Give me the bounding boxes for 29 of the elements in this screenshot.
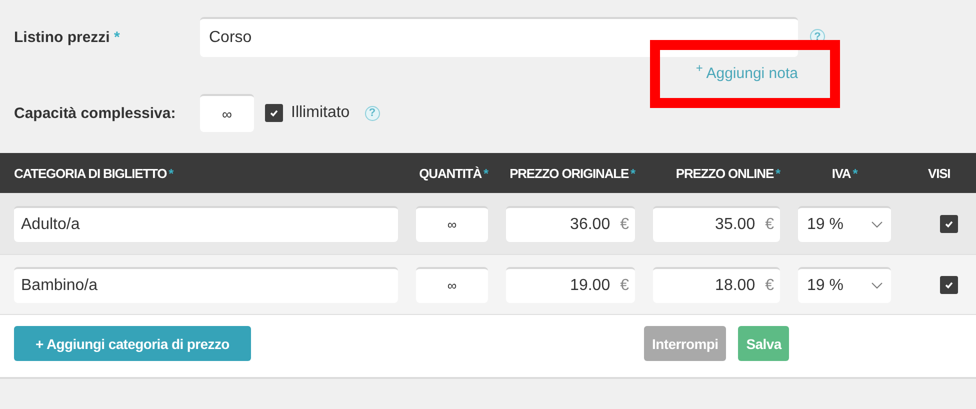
capacity-field[interactable]: ∞	[200, 94, 254, 132]
column-header: PREZZO ONLINE*	[674, 166, 780, 180]
category-field[interactable]: Bambino/a	[14, 266, 398, 302]
checkbox[interactable]	[940, 276, 958, 294]
quantity-field[interactable]: ∞	[416, 266, 488, 302]
price-field[interactable]: 19.00 €	[506, 266, 635, 302]
check-icon	[269, 108, 279, 118]
quantity-field[interactable]: ∞	[416, 206, 488, 242]
checkbox[interactable]	[265, 104, 283, 122]
column-header: VISI	[927, 166, 952, 180]
price-field[interactable]: 36.00 €	[506, 206, 635, 242]
checkbox[interactable]	[940, 214, 958, 232]
vat-dropdown[interactable]: 19 %	[798, 206, 891, 242]
field-label: Listino prezzi *	[13, 28, 121, 46]
column-header: CATEGORIA DI BIGLIETTO*	[14, 166, 175, 180]
caret-icon	[871, 282, 883, 289]
price-field[interactable]: 18.00 €	[653, 266, 780, 302]
input-field[interactable]: Corso	[200, 17, 798, 57]
price-field[interactable]: 35.00 €	[653, 206, 780, 242]
vat-dropdown[interactable]: 19 %	[798, 266, 891, 302]
check-icon	[944, 218, 954, 228]
column-header: IVA*	[830, 166, 859, 180]
column-header: QUANTITÀ*	[418, 166, 488, 180]
column-header: PREZZO ORIGINALE*	[508, 166, 635, 180]
caret-icon	[871, 221, 883, 228]
check-icon	[944, 280, 954, 290]
checkbox-label: Illimitato	[291, 104, 350, 122]
field-label: Capacità complessiva:	[13, 104, 177, 122]
category-field[interactable]: Adulto/a	[14, 206, 398, 242]
